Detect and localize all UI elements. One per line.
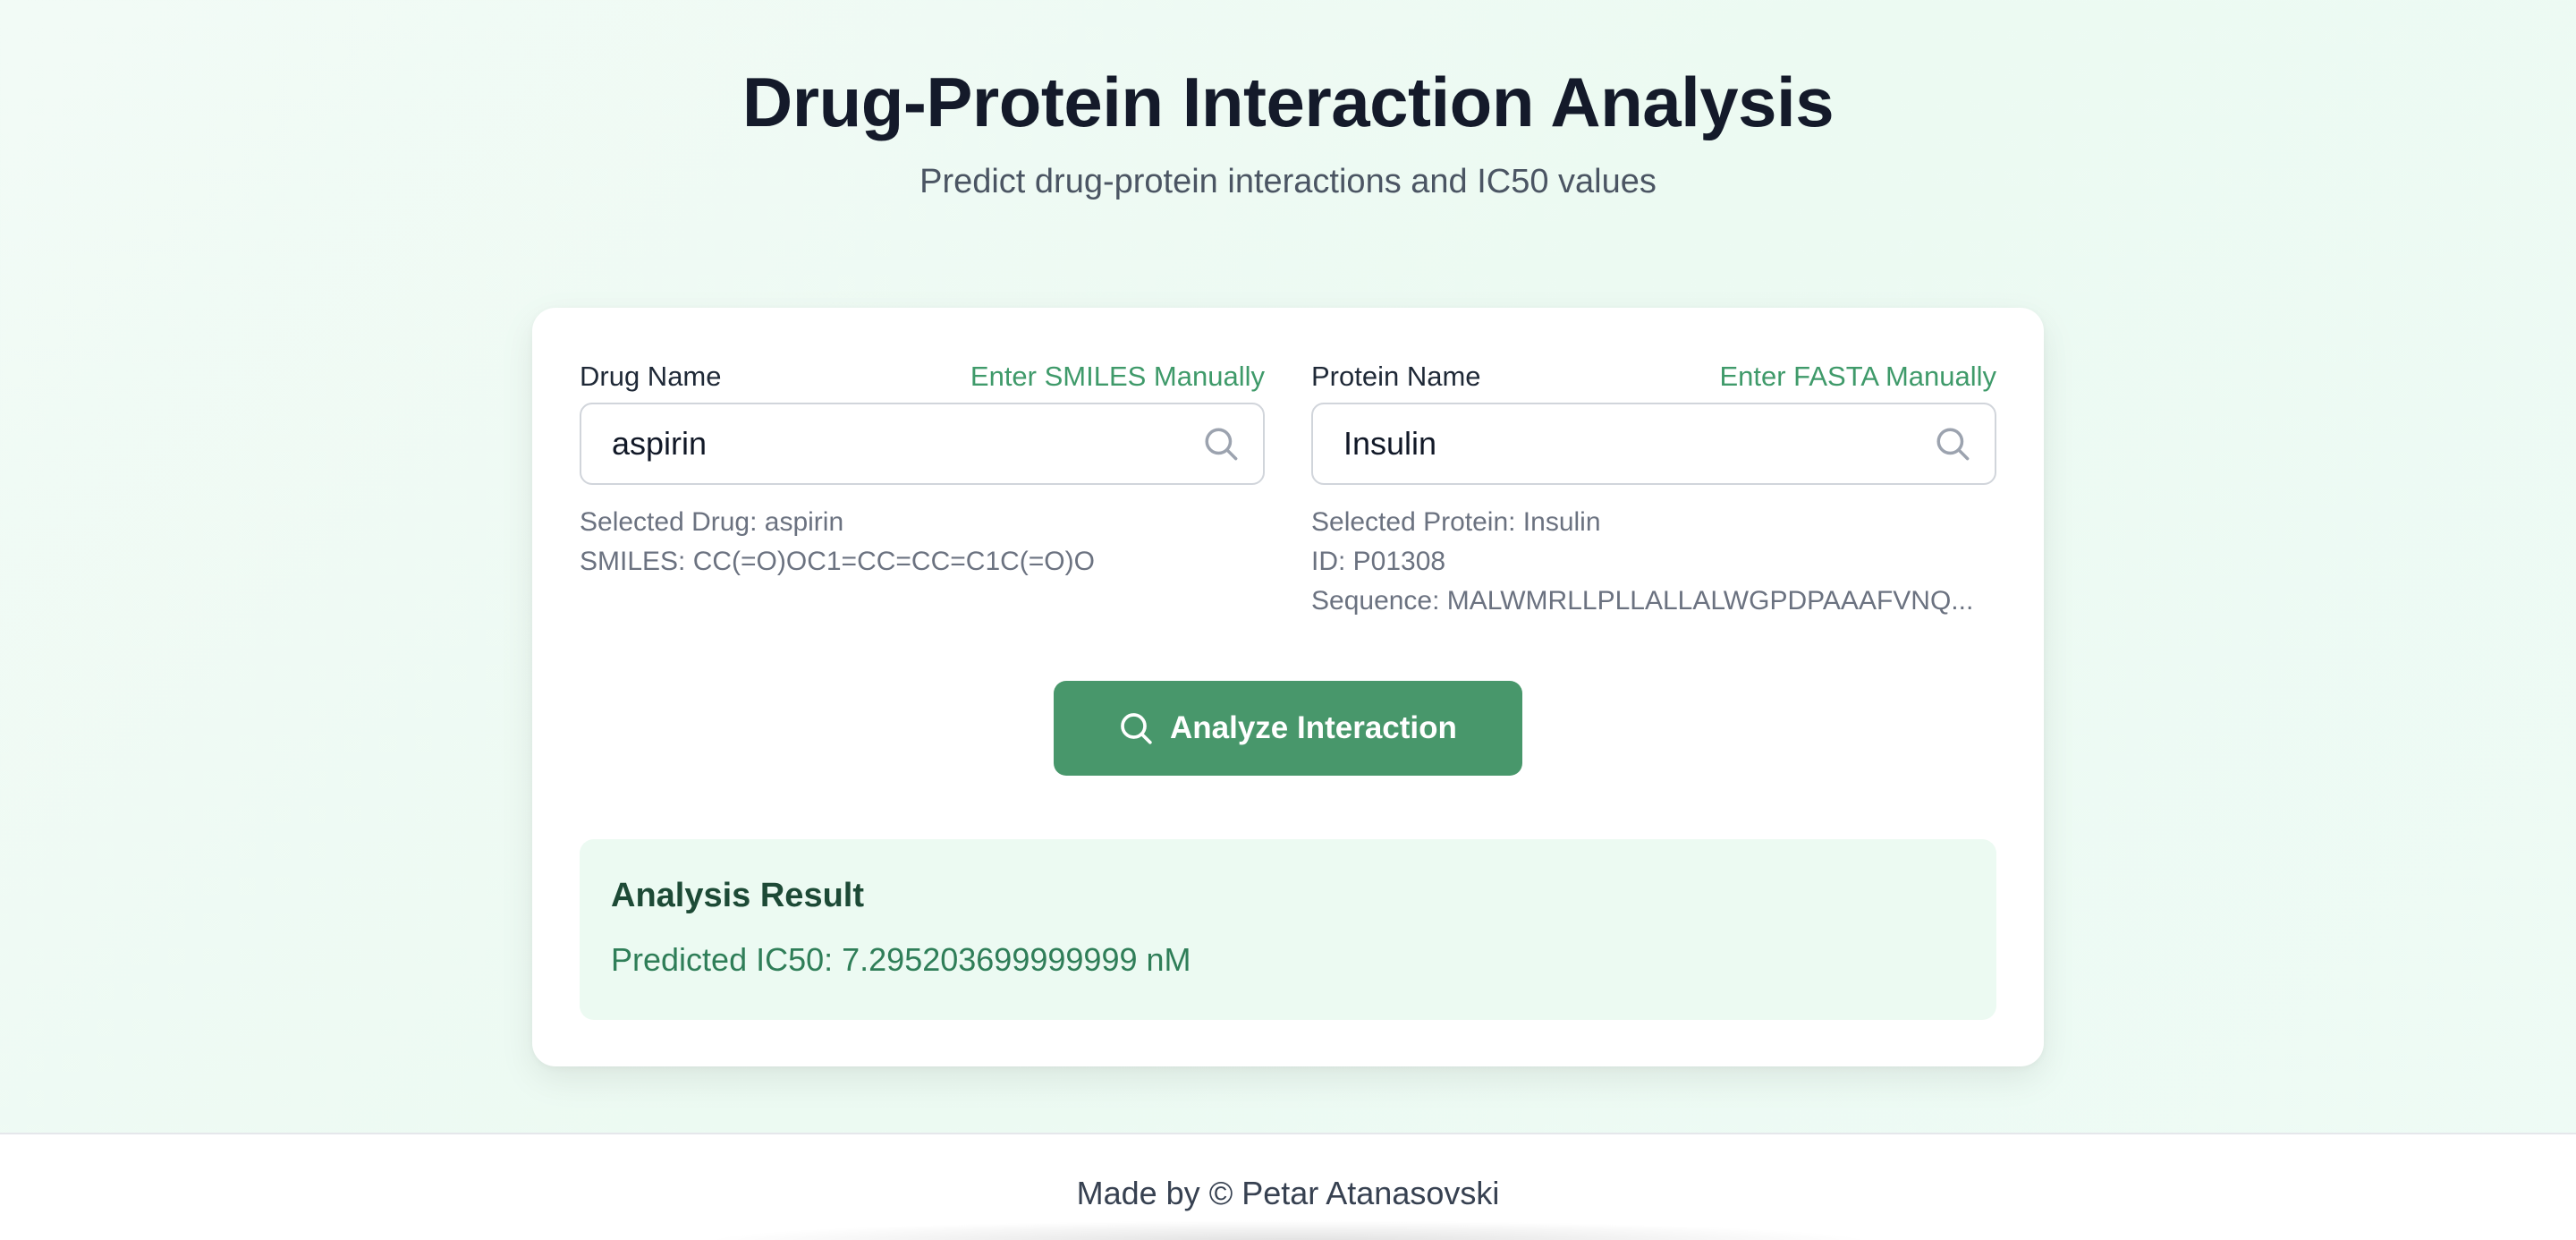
analysis-result-title: Analysis Result (611, 877, 864, 914)
search-icon[interactable] (1934, 425, 1971, 463)
selected-protein-text: Selected Protein: Insulin (1311, 507, 1601, 537)
drug-search-box[interactable] (580, 403, 1265, 485)
enter-fasta-manually-link[interactable]: Enter FASTA Manually (1719, 358, 1996, 395)
page-title: Drug-Protein Interaction Analysis (741, 63, 1835, 141)
drug-name-label: Drug Name (580, 361, 722, 392)
predicted-ic50-text: Predicted IC50: 7.295203699999999 nM (611, 941, 1191, 978)
drug-smiles-text: SMILES: CC(=O)OC1=CC=CC=C1C(=O)O (580, 547, 1095, 576)
protein-selection-info: Selected Protein: Insulin ID: P01308 Seq… (1311, 503, 1996, 621)
analysis-result-panel: Analysis Result Predicted IC50: 7.295203… (580, 839, 1996, 1020)
protein-id-text: ID: P01308 (1311, 547, 1446, 576)
protein-field-header: Protein Name Enter FASTA Manually (1311, 358, 1996, 395)
drug-field-group: Drug Name Enter SMILES Manually Selected… (580, 358, 1265, 576)
analyze-interaction-button[interactable]: Analyze Interaction (1054, 681, 1522, 776)
protein-name-label: Protein Name (1311, 361, 1481, 392)
enter-smiles-manually-link[interactable]: Enter SMILES Manually (970, 358, 1265, 395)
protein-field-group: Protein Name Enter FASTA Manually Select… (1311, 358, 1996, 616)
page-footer: Made by © Petar Atanasovski (0, 1133, 2576, 1240)
protein-search-input[interactable] (1343, 404, 1916, 483)
protein-search-box[interactable] (1311, 403, 1996, 485)
drug-field-header: Drug Name Enter SMILES Manually (580, 358, 1265, 395)
selected-drug-text: Selected Drug: aspirin (580, 507, 844, 537)
footer-credit: Made by © Petar Atanasovski (1076, 1175, 1500, 1211)
analysis-card: Drug Name Enter SMILES Manually Selected… (532, 308, 2044, 1066)
page-subtitle: Predict drug-protein interactions and IC… (919, 163, 1657, 200)
protein-sequence-text: Sequence: MALWMRLLPLLALLALWGPDPAAAFVNQ..… (1311, 586, 1974, 616)
drug-selection-info: Selected Drug: aspirin SMILES: CC(=O)OC1… (580, 503, 1265, 582)
search-icon[interactable] (1202, 425, 1240, 463)
footer-shadow (698, 1220, 1878, 1240)
drug-search-input[interactable] (612, 404, 1184, 483)
search-icon (1118, 710, 1154, 746)
analyze-button-label: Analyze Interaction (1170, 710, 1457, 745)
